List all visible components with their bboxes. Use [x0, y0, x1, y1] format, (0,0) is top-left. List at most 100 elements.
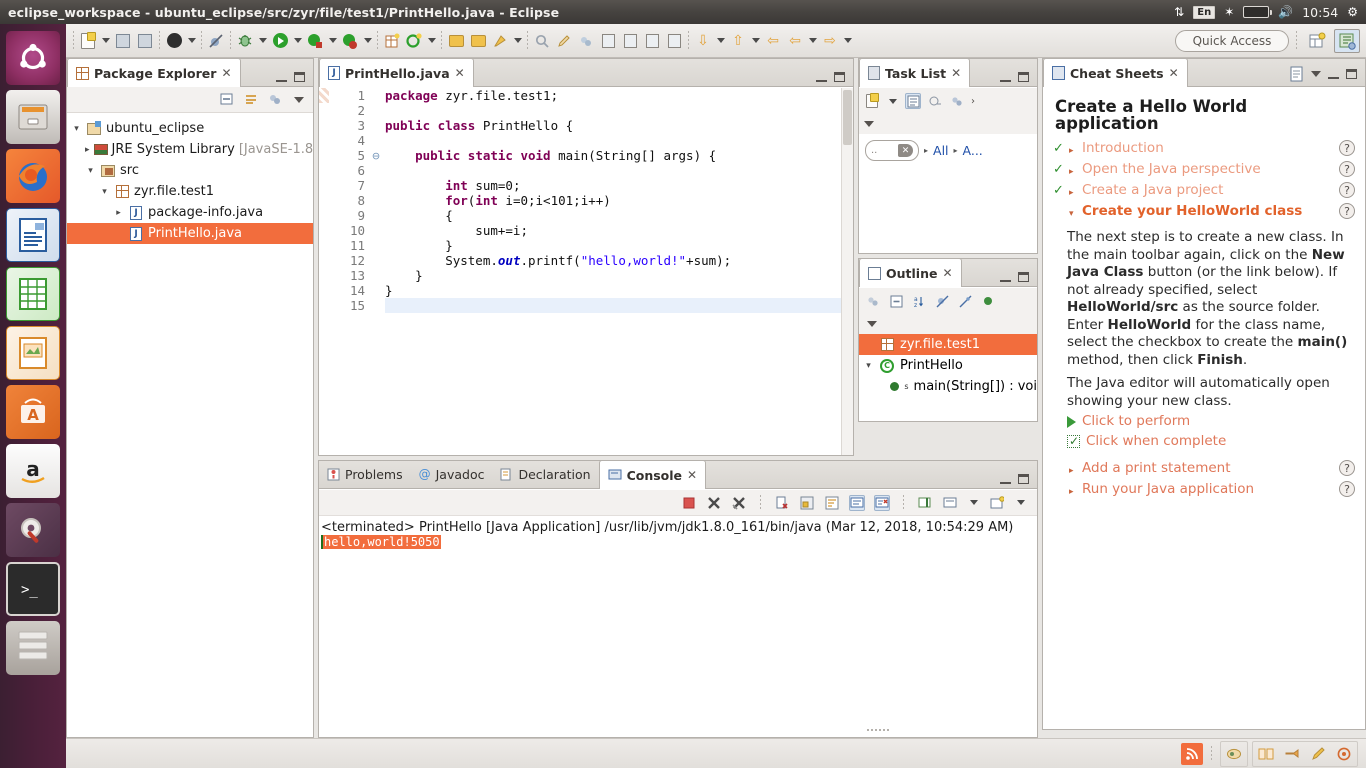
display-selected-console-icon[interactable]	[942, 495, 958, 511]
cheat-step-add-a-print-statement[interactable]: ▸ Add a print statement?	[1053, 460, 1355, 480]
twisty-open[interactable]	[71, 124, 82, 134]
annotation-ruler[interactable]	[319, 88, 329, 455]
target-icon[interactable]	[1333, 743, 1355, 765]
maximize-button[interactable]	[1018, 474, 1029, 484]
close-icon[interactable]: ✕	[951, 66, 961, 80]
next-annotation-dropdown[interactable]	[714, 29, 727, 53]
skip-breakpoints-button[interactable]	[205, 29, 227, 53]
chevron-right-icon[interactable]: ▸	[1069, 140, 1078, 160]
launcher-item-ubuntu-dash[interactable]	[6, 31, 60, 85]
minimize-button[interactable]	[816, 73, 827, 82]
outline-item-main-string-voi[interactable]: s main(String[]) : voi	[859, 376, 1037, 397]
debug-button[interactable]	[234, 29, 256, 53]
close-icon[interactable]: ✕	[687, 468, 697, 482]
previous-edit-button[interactable]: ⇦	[784, 29, 806, 53]
cheat-step-run-your-java-application[interactable]: ▸ Run your Java application?	[1053, 481, 1355, 501]
run-button[interactable]	[269, 29, 291, 53]
minimize-button[interactable]	[276, 73, 287, 82]
filter-activate-link[interactable]: A...	[963, 143, 983, 158]
hide-static-icon[interactable]	[957, 293, 973, 309]
code-line[interactable]: }	[385, 283, 853, 298]
coverage-dropdown[interactable]	[361, 29, 374, 53]
volume-icon[interactable]: 🔊	[1278, 6, 1293, 18]
hand-icon[interactable]	[1281, 743, 1303, 765]
network-updown-icon[interactable]: ⇅	[1174, 6, 1184, 18]
cheat-step-label[interactable]: Add a print statement	[1082, 460, 1335, 477]
maximize-button[interactable]	[1018, 72, 1029, 82]
show-console-on-error-icon[interactable]	[874, 494, 890, 511]
minimize-button[interactable]	[1328, 70, 1339, 79]
chevron-down-icon[interactable]: ▾	[1069, 203, 1078, 223]
book-icon[interactable]	[1255, 743, 1277, 765]
chevron-right-icon[interactable]: ▸	[1069, 481, 1078, 501]
minimize-button[interactable]	[1000, 73, 1011, 82]
cheat-step-label[interactable]: Create a Java project	[1082, 182, 1335, 199]
minimize-button[interactable]	[1000, 475, 1011, 484]
launcher-item-terminal[interactable]: >_	[6, 562, 60, 616]
external-tools-dropdown[interactable]	[326, 29, 339, 53]
display-dropdown-icon[interactable]	[967, 491, 980, 515]
tree-item-ubuntu-eclipse[interactable]: ubuntu_eclipse	[67, 118, 313, 139]
close-icon[interactable]: ✕	[1169, 66, 1179, 80]
tree-item-package-info-java[interactable]: Jpackage-info.java	[67, 202, 313, 223]
cheat-step-label[interactable]: Create your HelloWorld class	[1082, 203, 1335, 220]
terminate-icon[interactable]	[681, 495, 697, 511]
twisty-closed[interactable]	[113, 208, 124, 218]
new-task-icon[interactable]	[864, 93, 880, 109]
collapse-all-icon[interactable]	[243, 92, 259, 108]
open-console-dropdown-icon[interactable]	[1014, 491, 1027, 515]
focus-icon[interactable]	[949, 93, 965, 109]
click-when-complete-action[interactable]: Click when complete	[1067, 433, 1355, 450]
help-icon[interactable]: ?	[1339, 182, 1355, 198]
chevron-right-icon[interactable]: ▸	[1069, 161, 1078, 181]
cheat-step-label[interactable]: Open the Java perspective	[1082, 161, 1335, 178]
tree-item-jre-system-library[interactable]: JRE System Library [JavaSE-1.8	[67, 139, 313, 160]
code-line[interactable]: {	[385, 208, 853, 223]
code-line[interactable]: package zyr.file.test1;	[385, 88, 853, 103]
outline-item-printhello[interactable]: C PrintHello	[859, 355, 1037, 376]
tab-cheat-sheets[interactable]: Cheat Sheets ✕	[1043, 58, 1188, 87]
maximize-button[interactable]	[1346, 69, 1357, 79]
gear-icon[interactable]: ⚙	[1347, 6, 1358, 18]
fold-toggle-icon[interactable]: ⊖	[369, 148, 383, 163]
code-line[interactable]	[385, 133, 853, 148]
click-when-complete-link[interactable]: Click when complete	[1086, 433, 1226, 450]
new-wizard-dropdown[interactable]	[99, 29, 112, 53]
mylyn-icon[interactable]	[1223, 743, 1245, 765]
save-button[interactable]	[112, 29, 134, 53]
click-to-perform-action[interactable]: Click to perform	[1067, 413, 1355, 430]
code-line[interactable]	[385, 298, 853, 313]
tab-package-explorer[interactable]: Package Explorer ✕	[67, 58, 241, 87]
chevron-right-icon[interactable]: ▸	[1069, 460, 1078, 480]
editor-scrollbar-thumb[interactable]	[843, 90, 852, 145]
new-package-dropdown[interactable]	[425, 29, 438, 53]
cheat-step-open-the-java-perspective[interactable]: ✓ ▸ Open the Java perspective?	[1053, 161, 1355, 181]
tab-console[interactable]: Console ✕	[598, 460, 707, 489]
debug-dropdown[interactable]	[256, 29, 269, 53]
new-task-dropdown[interactable]	[886, 89, 899, 113]
chevron-right-icon[interactable]: ▸	[1069, 182, 1078, 202]
bluetooth-icon[interactable]: ✶	[1224, 6, 1234, 18]
maximize-button[interactable]	[294, 72, 305, 82]
code-line[interactable]	[385, 103, 853, 118]
search-button[interactable]	[531, 29, 553, 53]
code-line[interactable]: sum+=i;	[385, 223, 853, 238]
cheat-step-introduction[interactable]: ✓ ▸ Introduction?	[1053, 140, 1355, 160]
annotation-button[interactable]	[553, 29, 575, 53]
show-console-on-output-icon[interactable]	[849, 494, 865, 511]
java-perspective-button[interactable]	[1334, 28, 1360, 53]
editor-body[interactable]: 1 2 3 4 5 6 7 8 9 10 11 12 13 14 15 ⊖ package zyr.file…	[319, 88, 853, 455]
filter-all-caret[interactable]: ▸	[924, 146, 928, 155]
new-java-class-dropdown[interactable]	[185, 29, 198, 53]
twisty-closed[interactable]	[85, 145, 90, 155]
pencil-icon[interactable]	[1307, 743, 1329, 765]
collapse-all-icon[interactable]	[888, 293, 904, 309]
focus-icon[interactable]	[865, 293, 881, 309]
run-dropdown[interactable]	[291, 29, 304, 53]
pin-console-icon[interactable]	[917, 495, 933, 511]
cheat-step-create-your-helloworld-class[interactable]: ▾ Create your HelloWorld class?	[1053, 203, 1355, 223]
launcher-item-firefox[interactable]	[6, 149, 60, 203]
word-wrap-icon[interactable]	[824, 495, 840, 511]
sort-icon[interactable]: az	[911, 293, 927, 309]
tree-item-src[interactable]: src	[67, 160, 313, 181]
